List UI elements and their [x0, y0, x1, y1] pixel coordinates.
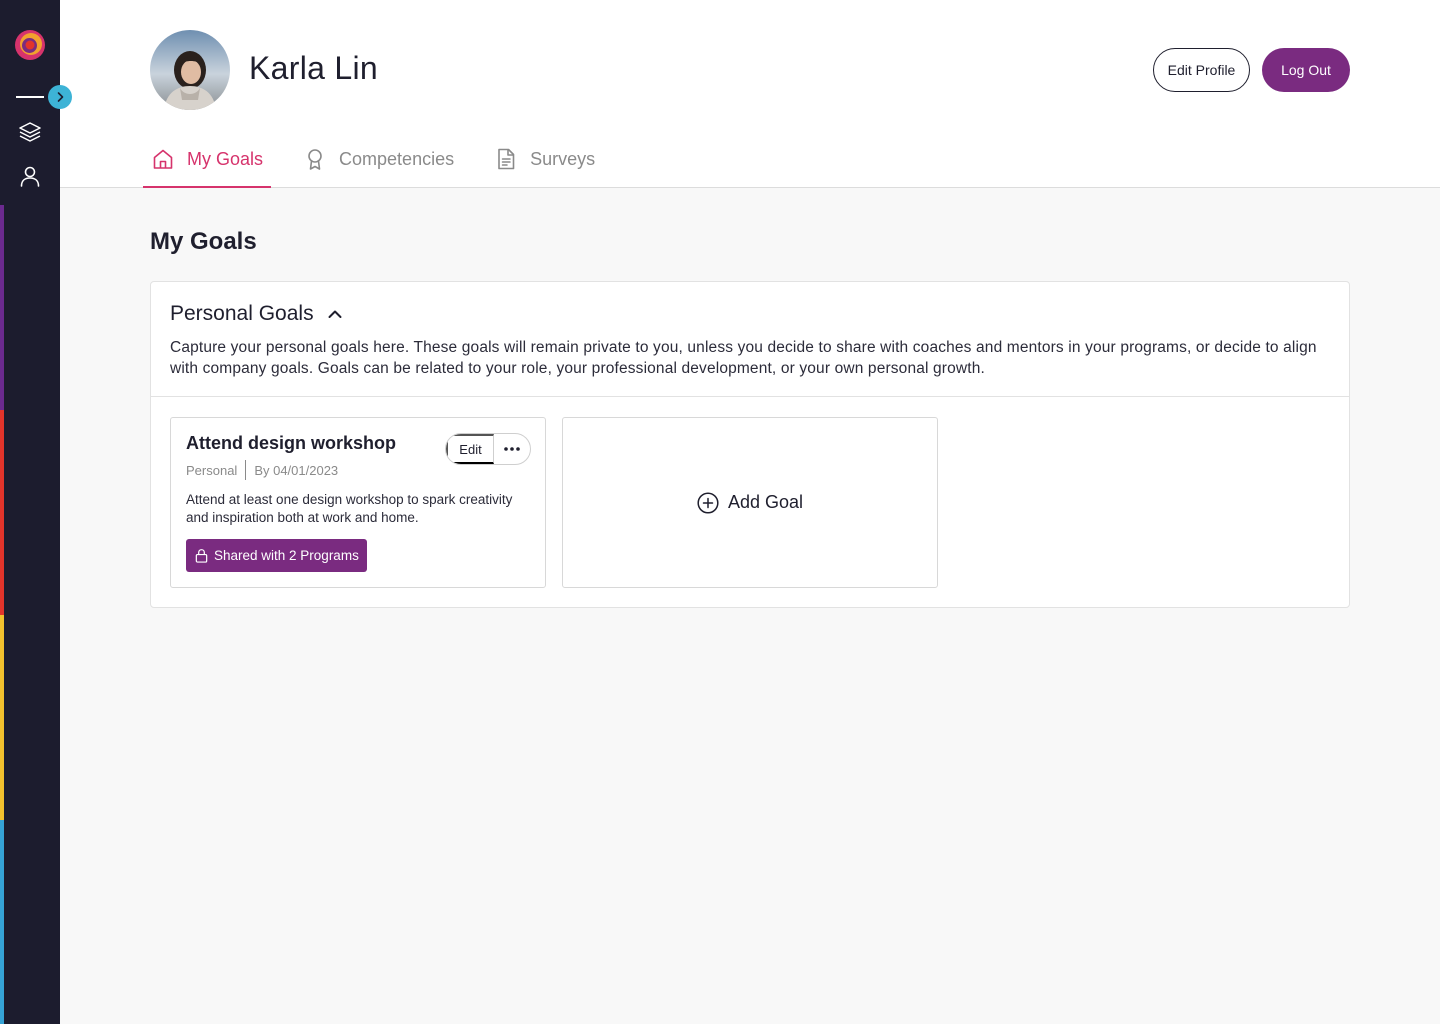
more-horizontal-icon [504, 447, 520, 451]
sidebar-stripe-red [0, 410, 4, 615]
edit-goal-button[interactable]: Edit [446, 434, 494, 464]
award-icon [303, 147, 327, 171]
tab-label: My Goals [187, 148, 264, 169]
sidebar-stripe-purple [0, 205, 4, 410]
tab-my-goals[interactable]: My Goals [143, 130, 272, 188]
more-options-button[interactable] [494, 434, 530, 464]
meta-divider [245, 460, 247, 480]
page-title: My Goals [150, 228, 257, 255]
add-goal-label: Add Goal [727, 492, 804, 512]
sidebar [0, 0, 72, 1024]
tab-label: Surveys [530, 148, 596, 169]
goal-category: Personal [186, 462, 238, 478]
sidebar-stripe-dark [0, 0, 4, 205]
panel-header: Personal Goals Capture your personal goa… [151, 282, 1349, 397]
personal-goals-panel: Personal Goals Capture your personal goa… [150, 281, 1350, 608]
section-description: Capture your personal goals here. These … [170, 339, 1317, 377]
chevron-right-icon [57, 92, 64, 102]
app-logo[interactable] [14, 29, 46, 61]
shared-label: Shared with 2 Programs [214, 548, 359, 563]
document-icon [494, 147, 518, 171]
add-goal-card[interactable]: Add Goal [562, 417, 938, 588]
chevron-up-icon [326, 305, 344, 323]
profile-header: Karla Lin Edit Profile Log Out My Goals … [60, 0, 1440, 188]
user-icon[interactable] [18, 164, 42, 188]
sidebar-stripe-yellow [0, 615, 4, 820]
user-name: Karla Lin [249, 50, 378, 86]
section-toggle[interactable]: Personal Goals [170, 302, 1330, 326]
sidebar-divider [16, 96, 44, 98]
lock-icon [194, 548, 209, 563]
sidebar-expand-button[interactable] [48, 85, 72, 109]
section-title: Personal Goals [170, 302, 314, 325]
home-icon [151, 147, 175, 171]
layers-icon[interactable] [18, 120, 42, 144]
shared-programs-badge[interactable]: Shared with 2 Programs [186, 539, 367, 572]
avatar [150, 30, 230, 110]
edit-profile-button[interactable]: Edit Profile [1153, 48, 1250, 92]
goal-card[interactable]: Attend design workshop Personal By 04/01… [170, 417, 546, 588]
goal-title: Attend design workshop [186, 433, 397, 453]
plus-circle-icon [697, 491, 719, 514]
goal-due-date: By 04/01/2023 [254, 462, 339, 478]
goal-description: Attend at least one design workshop to s… [186, 492, 513, 525]
profile-tabs: My Goals Competencies Surveys [143, 130, 627, 188]
goal-actions: Edit [445, 433, 531, 465]
goal-meta: Personal By 04/01/2023 [186, 460, 338, 480]
tab-label: Competencies [339, 148, 455, 169]
tab-competencies[interactable]: Competencies [295, 130, 462, 188]
logout-button[interactable]: Log Out [1262, 48, 1350, 92]
tab-surveys[interactable]: Surveys [486, 130, 603, 188]
sidebar-stripe-blue [0, 820, 4, 1024]
